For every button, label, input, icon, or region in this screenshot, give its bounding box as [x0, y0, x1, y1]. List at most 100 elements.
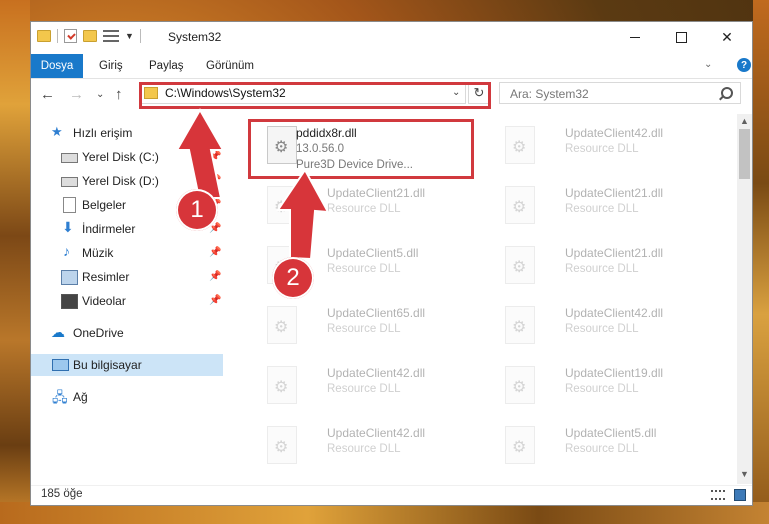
customize-toolbar-icon[interactable]: ▼: [125, 31, 134, 41]
tab-home[interactable]: Giriş: [99, 54, 123, 78]
sidebar-item-label: OneDrive: [73, 326, 124, 340]
pin-icon[interactable]: 📌: [209, 271, 221, 282]
help-icon[interactable]: ?: [737, 58, 751, 72]
toolbar-divider: [139, 29, 141, 43]
folder-icon[interactable]: [37, 30, 51, 42]
file-name: UpdateClient5.dll: [327, 246, 419, 260]
file-type: Resource DLL: [565, 383, 639, 395]
recent-locations-icon[interactable]: ⌄: [96, 89, 104, 100]
sidebar-item-pictures[interactable]: Resimler 📌: [31, 266, 223, 288]
file-type: Resource DLL: [327, 203, 401, 215]
tab-share[interactable]: Paylaş: [149, 54, 184, 78]
tab-file[interactable]: Dosya: [31, 54, 83, 78]
sidebar-item-label: Hızlı erişim: [73, 126, 133, 140]
annotation-marker-1: 1: [176, 189, 218, 231]
sidebar-item-videos[interactable]: Videolar 📌: [31, 290, 223, 312]
dll-file-icon: [267, 186, 297, 224]
sidebar-item-onedrive[interactable]: ☁ OneDrive: [31, 322, 223, 344]
dll-file-icon: [267, 366, 297, 404]
sidebar-item-network[interactable]: 🖧 Ağ: [31, 386, 223, 408]
file-name: UpdateClient5.dll: [565, 426, 657, 440]
pin-icon[interactable]: 📌: [209, 295, 221, 306]
forward-arrow-icon[interactable]: →: [69, 86, 84, 103]
file-type: Resource DLL: [327, 383, 401, 395]
file-item[interactable]: UpdateClient21.dll Resource DLL: [485, 184, 715, 234]
dll-file-icon: [505, 426, 535, 464]
drive-icon: [61, 177, 78, 187]
star-icon: ★: [51, 124, 63, 139]
file-item[interactable]: UpdateClient42.dll Resource DLL: [485, 304, 715, 354]
dll-file-icon: [505, 186, 535, 224]
maximize-icon: [675, 31, 687, 43]
sidebar-item-local-disk-c[interactable]: Yerel Disk (C:) 📌: [31, 146, 223, 168]
file-item[interactable]: UpdateClient5.dll Resource DLL: [485, 424, 715, 474]
file-item[interactable]: UpdateClient42.dll Resource DLL: [247, 424, 477, 474]
sidebar-item-label: Müzik: [82, 246, 114, 260]
desktop-background-left: [0, 0, 30, 524]
navigation-pane: ★ Hızlı erişim Yerel Disk (C:) 📌 Yerel D…: [31, 114, 223, 484]
up-arrow-icon[interactable]: ↑: [115, 86, 123, 103]
dll-file-icon: [505, 306, 535, 344]
file-name: UpdateClient42.dll: [327, 426, 426, 440]
file-type: Resource DLL: [565, 443, 639, 455]
minimize-icon: [630, 36, 640, 38]
maximize-button[interactable]: [658, 22, 704, 52]
file-item[interactable]: UpdateClient65.dll Resource DLL: [247, 304, 477, 354]
file-type: Resource DLL: [565, 263, 639, 275]
file-type: Resource DLL: [327, 443, 401, 455]
file-type: Resource DLL: [327, 323, 401, 335]
file-name: UpdateClient19.dll: [565, 366, 664, 380]
scroll-thumb[interactable]: [739, 129, 750, 179]
expand-ribbon-icon[interactable]: ⌄: [704, 59, 712, 70]
annotation-marker-2: 2: [272, 257, 314, 299]
new-folder-icon[interactable]: [83, 30, 97, 42]
sidebar-item-label: İndirmeler: [82, 222, 136, 236]
file-item[interactable]: UpdateClient42.dll Resource DLL: [485, 124, 715, 174]
dll-file-icon: [505, 126, 535, 164]
file-name: UpdateClient65.dll: [327, 306, 426, 320]
computer-icon: [52, 359, 69, 371]
pin-icon[interactable]: 📌: [209, 175, 221, 186]
large-icons-view-icon[interactable]: [734, 489, 746, 501]
search-icon[interactable]: [721, 87, 733, 99]
vertical-scrollbar[interactable]: ▲ ▼: [737, 114, 752, 484]
tab-view[interactable]: Görünüm: [206, 54, 254, 78]
dll-file-icon: [505, 246, 535, 284]
details-view-icon[interactable]: [711, 490, 725, 500]
minimize-button[interactable]: [612, 22, 658, 52]
sidebar-item-label: Videolar: [82, 294, 126, 308]
search-input[interactable]: Ara: System32: [499, 82, 741, 104]
file-name: UpdateClient21.dll: [565, 246, 664, 260]
file-item[interactable]: UpdateClient21.dll Resource DLL: [247, 184, 477, 234]
quick-access-toolbar: ▼: [37, 29, 141, 43]
file-type: Resource DLL: [327, 263, 401, 275]
file-type: Resource DLL: [565, 323, 639, 335]
sidebar-item-label: Ağ: [73, 390, 88, 404]
back-arrow-icon[interactable]: ←: [40, 86, 55, 103]
search-placeholder: Ara: System32: [510, 87, 589, 101]
pin-icon[interactable]: 📌: [209, 151, 221, 162]
sidebar-item-label: Bu bilgisayar: [73, 358, 142, 372]
file-item[interactable]: UpdateClient19.dll Resource DLL: [485, 364, 715, 414]
file-item[interactable]: UpdateClient42.dll Resource DLL: [247, 364, 477, 414]
download-icon: ⬇: [62, 219, 74, 235]
window-title: System32: [168, 30, 222, 44]
drive-icon: [61, 153, 78, 163]
dll-file-icon: [267, 426, 297, 464]
file-item[interactable]: UpdateClient21.dll Resource DLL: [485, 244, 715, 294]
properties-icon[interactable]: [64, 29, 77, 43]
document-icon: [63, 197, 76, 213]
sidebar-item-quick-access[interactable]: ★ Hızlı erişim: [31, 122, 223, 144]
title-bar: ▼ System32 ✕: [31, 22, 752, 52]
sidebar-item-label: Yerel Disk (D:): [82, 174, 159, 188]
scroll-up-icon[interactable]: ▲: [740, 116, 749, 126]
view-options-icon[interactable]: [103, 30, 119, 42]
sidebar-item-music[interactable]: ♪ Müzik 📌: [31, 242, 223, 264]
pin-icon[interactable]: 📌: [209, 247, 221, 258]
sidebar-item-this-pc[interactable]: Bu bilgisayar: [31, 354, 223, 376]
file-name: UpdateClient42.dll: [327, 366, 426, 380]
scroll-down-icon[interactable]: ▼: [740, 469, 749, 479]
close-button[interactable]: ✕: [704, 22, 750, 52]
file-type: Resource DLL: [565, 143, 639, 155]
file-highlight: [248, 119, 474, 179]
